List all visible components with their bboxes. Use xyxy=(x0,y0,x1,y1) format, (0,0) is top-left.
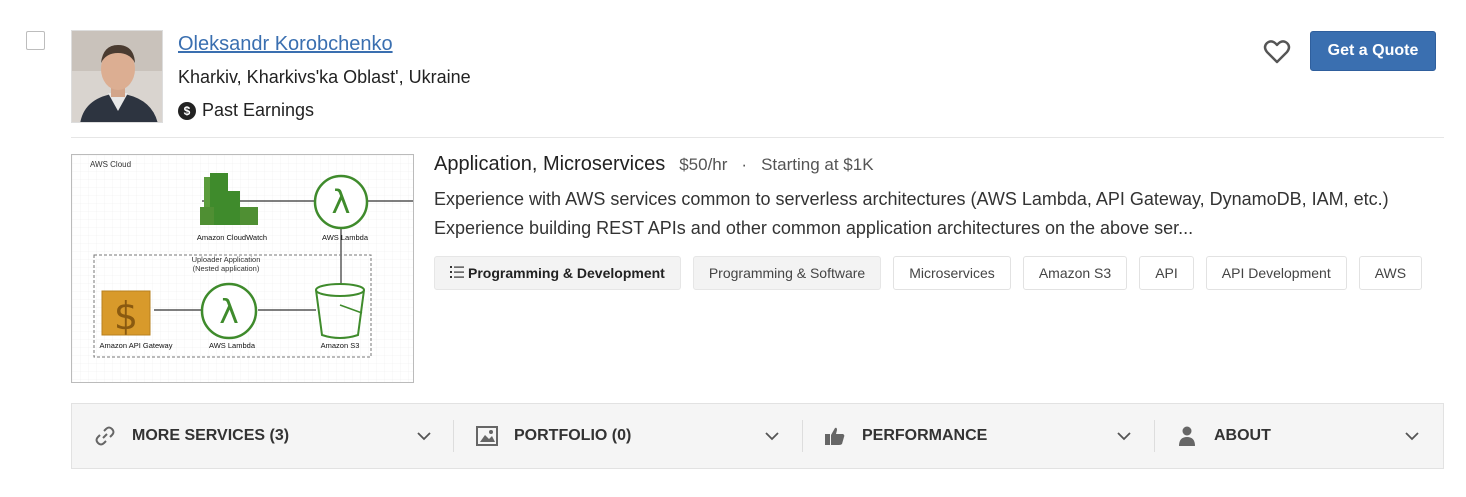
svg-text:AWS Cloud: AWS Cloud xyxy=(90,160,131,169)
freelancer-name-link[interactable]: Oleksandr Korobchenko xyxy=(178,33,393,56)
service-header: Application, Microservices $50/hr · Star… xyxy=(434,153,874,176)
chevron-down-icon[interactable] xyxy=(1116,428,1132,444)
svg-text:Amazon S3: Amazon S3 xyxy=(321,341,360,350)
chevron-down-icon[interactable] xyxy=(416,428,432,444)
user-icon xyxy=(1176,425,1198,447)
avatar[interactable] xyxy=(71,30,163,123)
about-toggle[interactable]: ABOUT xyxy=(1176,404,1271,468)
about-label: ABOUT xyxy=(1214,427,1271,444)
service-description: Experience with AWS services common to s… xyxy=(434,185,1434,243)
profile-sections-bar: MORE SERVICES (3) PORTFOLIO (0) PERFORMA… xyxy=(71,403,1444,469)
svg-text:λ: λ xyxy=(219,292,239,331)
link-icon xyxy=(94,425,116,447)
performance-label: PERFORMANCE xyxy=(862,427,988,444)
select-checkbox[interactable] xyxy=(26,31,45,50)
svg-text:AWS Lambda: AWS Lambda xyxy=(209,341,256,350)
past-earnings-label: Past Earnings xyxy=(202,100,315,120)
description-line: Experience building REST APIs and other … xyxy=(434,218,1194,238)
svg-text:(Nested application): (Nested application) xyxy=(193,264,260,273)
lambda-icon-bottom: λ xyxy=(200,282,258,340)
avatar-photo xyxy=(72,31,162,122)
section-divider xyxy=(1154,420,1155,452)
api-gateway-icon: $ xyxy=(101,290,151,338)
more-services-label: MORE SERVICES (3) xyxy=(132,427,290,444)
portfolio-toggle[interactable]: PORTFOLIO (0) xyxy=(476,404,631,468)
section-divider xyxy=(802,420,803,452)
service-title[interactable]: Application, Microservices xyxy=(434,153,665,176)
past-earnings[interactable]: $ Past Earnings xyxy=(178,100,314,121)
svg-text:AWS Lambda: AWS Lambda xyxy=(322,233,369,242)
separator-dot: · xyxy=(741,155,748,174)
chevron-down-icon[interactable] xyxy=(764,428,780,444)
tag-label: Programming & Development xyxy=(468,265,665,281)
svg-text:Amazon API Gateway: Amazon API Gateway xyxy=(100,341,173,350)
dollar-icon: $ xyxy=(178,101,196,120)
svg-text:Amazon CloudWatch: Amazon CloudWatch xyxy=(197,233,267,242)
svg-text:$: $ xyxy=(114,294,138,338)
get-a-quote-button[interactable]: Get a Quote xyxy=(1310,31,1436,71)
favorite-heart-icon[interactable] xyxy=(1263,39,1291,65)
lambda-icon-top: λ xyxy=(313,174,369,230)
service-thumbnail[interactable]: AWS Cloud Uploader Application (Nested a… xyxy=(71,154,414,383)
tag-skill[interactable]: API Development xyxy=(1205,256,1347,290)
list-icon xyxy=(450,265,464,281)
more-services-toggle[interactable]: MORE SERVICES (3) xyxy=(94,404,289,468)
architecture-diagram: AWS Cloud Uploader Application (Nested a… xyxy=(72,155,413,382)
tag-skill[interactable]: Microservices xyxy=(893,256,1011,290)
performance-toggle[interactable]: PERFORMANCE xyxy=(824,404,987,468)
tag-skill[interactable]: Amazon S3 xyxy=(1022,256,1128,290)
tag-skill[interactable]: AWS xyxy=(1358,256,1423,290)
divider xyxy=(71,137,1444,138)
location-text: Kharkiv, Kharkivs'ka Oblast', Ukraine xyxy=(178,67,471,87)
tag-category[interactable]: Programming & Development xyxy=(434,256,681,290)
description-line: Experience with AWS services common to s… xyxy=(434,189,1389,209)
skill-tags: Programming & Development Programming & … xyxy=(434,256,1423,290)
tag-skill[interactable]: API xyxy=(1139,256,1194,290)
portfolio-label: PORTFOLIO (0) xyxy=(514,427,632,444)
image-icon xyxy=(476,425,498,447)
section-divider xyxy=(453,420,454,452)
starting-price: Starting at $1K xyxy=(761,155,874,174)
thumbs-up-icon xyxy=(824,425,846,447)
chevron-down-icon[interactable] xyxy=(1404,428,1420,444)
hourly-rate: $50/hr xyxy=(679,155,728,174)
svg-text:Uploader Application: Uploader Application xyxy=(192,255,261,264)
svg-text:λ: λ xyxy=(332,183,351,221)
tag-subcategory[interactable]: Programming & Software xyxy=(692,256,882,290)
